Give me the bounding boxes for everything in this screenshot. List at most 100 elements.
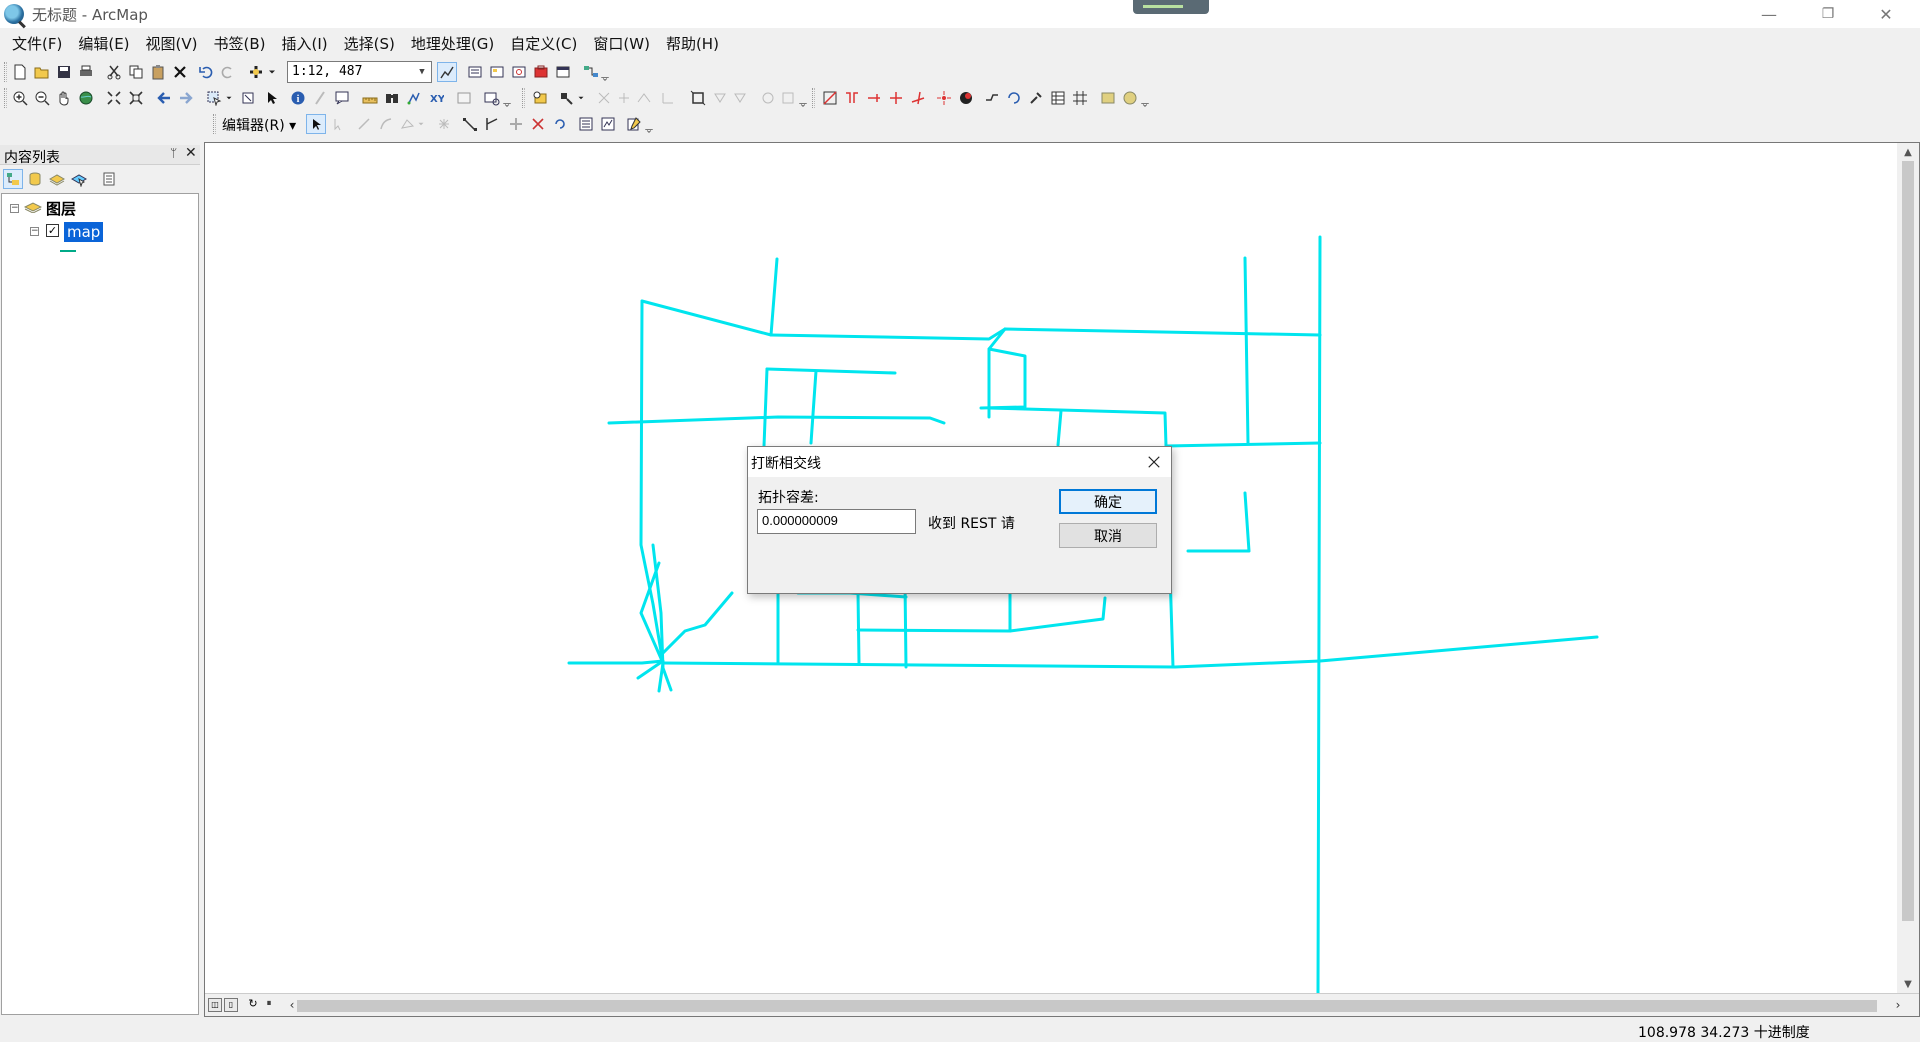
add-features-layer-icon[interactable] [530,88,550,108]
full-extent-globe-icon[interactable] [76,88,96,108]
horizontal-scroll-thumb[interactable] [297,1000,1877,1012]
close-window-button[interactable]: ✕ [1858,0,1914,28]
grid-tool-icon[interactable] [1070,88,1090,108]
catalog-window-icon[interactable] [487,62,507,82]
menu-view[interactable]: 视图(V) [138,33,206,54]
georeferencing-dropdown-icon[interactable] [576,88,586,108]
sketch-properties-icon[interactable] [598,114,618,134]
add-data-icon[interactable] [246,62,266,82]
map-scale-combobox[interactable]: 1:12, 487 ▼ [287,61,432,83]
tolerance-input[interactable]: 0.000000009 [757,509,916,534]
menu-geoprocessing[interactable]: 地理处理(G) [403,33,502,54]
menu-selection[interactable]: 选择(S) [336,33,403,54]
trim-line-icon[interactable] [886,88,906,108]
planarize-lines-icon[interactable] [908,88,928,108]
menu-insert[interactable]: 插入(I) [274,33,336,54]
close-icon[interactable]: ✕ [185,145,197,161]
toolbar-grip[interactable] [4,62,7,82]
disabled-tool-icon[interactable] [710,88,730,108]
tools-icon[interactable] [1026,88,1046,108]
cad-icon[interactable] [1098,88,1118,108]
data-view-icon[interactable]: ◫ [208,998,222,1012]
ok-button[interactable]: 确定 [1059,489,1157,514]
disabled-tool-icon[interactable] [730,88,750,108]
dialog-close-icon[interactable] [1141,449,1167,475]
map-layer-collapse-toggle[interactable]: − [30,227,39,236]
disabled-tool-icon[interactable] [634,88,654,108]
cancel-button[interactable]: 取消 [1059,523,1157,548]
attributes-icon[interactable] [576,114,596,134]
network-tool-icon[interactable] [982,88,1002,108]
vertical-scroll-thumb[interactable] [1902,161,1914,921]
add-data-dropdown-icon[interactable] [266,62,278,82]
delete-icon[interactable] [170,62,190,82]
cut-polygons-icon[interactable] [506,114,526,134]
cut-icon[interactable] [104,62,124,82]
topology-edit-icon[interactable] [820,88,840,108]
scroll-down-arrow-icon[interactable]: ▼ [1897,975,1919,993]
map-vertical-scrollbar[interactable]: ▲ ▼ [1897,143,1919,993]
paste-icon[interactable] [148,62,168,82]
disabled-tool-icon[interactable] [658,88,678,108]
redo-icon[interactable] [218,62,238,82]
scroll-up-arrow-icon[interactable]: ▲ [1897,143,1919,161]
rotate-icon[interactable] [1004,88,1024,108]
print-icon[interactable] [76,62,96,82]
split-line-icon[interactable] [842,88,862,108]
select-features-dropdown-icon[interactable] [224,88,234,108]
open-folder-icon[interactable] [32,62,52,82]
menu-windows[interactable]: 窗口(W) [585,33,658,54]
edit-tool-icon[interactable] [306,114,326,134]
list-by-drawing-order-icon[interactable] [3,169,23,189]
hyperlink-icon[interactable] [310,88,330,108]
extend-line-icon[interactable] [864,88,884,108]
reshape-feature-icon[interactable] [482,114,502,134]
list-by-source-icon[interactable] [25,169,45,189]
select-features-icon[interactable] [204,88,224,108]
snapping-icon[interactable] [934,88,954,108]
find-route-icon[interactable] [404,88,424,108]
menu-customize[interactable]: 自定义(C) [502,33,585,54]
chevron-down-icon[interactable]: ▼ [415,64,429,80]
toolbar-grip[interactable] [4,88,7,108]
fixed-zoom-out-icon[interactable] [126,88,146,108]
edit-vertices-icon[interactable] [460,114,480,134]
pan-hand-icon[interactable] [54,88,74,108]
toolbar-grip[interactable] [213,114,216,134]
layout-frame-icon[interactable] [688,88,708,108]
table-grid-icon[interactable] [1048,88,1068,108]
fixed-zoom-in-icon[interactable] [104,88,124,108]
table-of-contents-icon[interactable] [465,62,485,82]
toolbar-overflow-icon[interactable] [502,97,512,107]
zoom-in-icon[interactable] [10,88,30,108]
split-tool-icon[interactable] [528,114,548,134]
layers-collapse-toggle[interactable]: − [10,204,19,213]
select-elements-arrow-icon[interactable] [262,88,282,108]
construction-dropdown-icon[interactable] [416,114,426,134]
disabled-tool-icon[interactable] [614,88,634,108]
menu-help[interactable]: 帮助(H) [658,33,727,54]
list-by-visibility-icon[interactable] [47,169,67,189]
disabled-tool-icon[interactable] [594,88,614,108]
html-popup-icon[interactable] [332,88,352,108]
time-slider-icon[interactable] [454,88,474,108]
trace-icon[interactable] [434,114,454,134]
dialog-titlebar[interactable]: 打断相交线 [748,447,1171,477]
layout-view-icon[interactable]: ▯ [224,998,238,1012]
identify-icon[interactable]: i [288,88,308,108]
toolbar-grip[interactable] [812,88,815,108]
straight-segment-icon[interactable] [354,114,374,134]
go-back-arrow-icon[interactable] [154,88,174,108]
globe-service-icon[interactable] [956,88,976,108]
clear-selection-icon[interactable] [238,88,258,108]
menu-bookmarks[interactable]: 书签(B) [206,33,274,54]
restore-button[interactable]: ❐ [1800,0,1856,28]
list-by-selection-icon[interactable] [69,169,89,189]
toolbar-overflow-icon[interactable] [1140,97,1150,107]
edit-annotation-icon[interactable] [328,114,348,134]
pause-drawing-icon[interactable]: ⏸ [262,998,276,1012]
search-window-icon[interactable] [509,62,529,82]
map-layer-name[interactable]: map [64,222,104,242]
refresh-icon[interactable]: ↻ [246,998,260,1012]
minimize-button[interactable]: — [1741,0,1797,28]
